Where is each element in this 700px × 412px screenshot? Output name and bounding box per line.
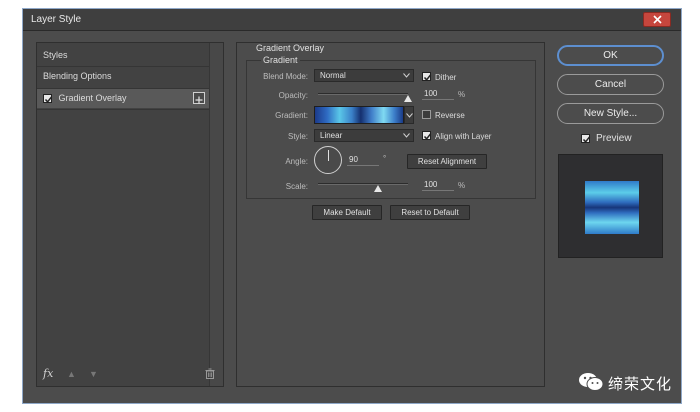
- trash-icon[interactable]: [205, 368, 215, 381]
- angle-label: Angle:: [285, 157, 308, 166]
- angle-dial-indicator: [328, 150, 329, 161]
- checkmark-icon: [582, 136, 591, 143]
- chevron-down-icon: [403, 73, 410, 78]
- gradient-overlay-checkbox[interactable]: [43, 94, 53, 104]
- preview-checkbox[interactable]: [581, 134, 591, 143]
- preview-swatch: [585, 181, 639, 234]
- blend-mode-select[interactable]: Normal: [314, 69, 414, 82]
- style-label: Style:: [287, 132, 308, 141]
- gradient-overlay-item[interactable]: Gradient Overlay: [37, 89, 209, 108]
- group-title: Gradient: [261, 55, 300, 65]
- title-bar[interactable]: Layer Style: [23, 9, 681, 31]
- gradient-style-value: Linear: [320, 131, 343, 140]
- divider: [37, 109, 209, 110]
- add-effect-button[interactable]: [193, 92, 205, 104]
- checkmark-icon: [423, 133, 432, 140]
- opacity-label: Opacity:: [278, 91, 308, 100]
- blend-mode-label: Blend Mode:: [263, 72, 308, 81]
- blend-mode-value: Normal: [320, 71, 346, 80]
- opacity-slider-thumb[interactable]: [404, 95, 412, 102]
- gradient-preview-swatch[interactable]: [314, 106, 404, 124]
- reverse-checkbox[interactable]: [422, 110, 431, 119]
- scale-slider-thumb[interactable]: [374, 185, 383, 192]
- styles-header-item[interactable]: Styles: [37, 46, 209, 65]
- reset-alignment-button[interactable]: Reset Alignment: [407, 154, 487, 169]
- screenshot-canvas: Layer Style Styles Blending Options Grad…: [0, 0, 700, 412]
- scale-input[interactable]: 100: [422, 180, 454, 191]
- scale-label: Scale:: [285, 182, 308, 191]
- checkmark-icon: [44, 96, 53, 104]
- opacity-input[interactable]: 100: [422, 89, 454, 100]
- chevron-down-icon: [403, 133, 410, 138]
- align-with-layer-label: Align with Layer: [435, 132, 492, 141]
- wechat-logo-icon: [579, 373, 604, 391]
- scale-slider-track[interactable]: [318, 183, 408, 185]
- gradient-overlay-label: Gradient Overlay: [58, 93, 127, 103]
- dialog-title: Layer Style: [31, 14, 82, 25]
- dither-checkbox[interactable]: [422, 72, 432, 81]
- blending-options-item[interactable]: Blending Options: [37, 67, 209, 86]
- new-style-button[interactable]: New Style...: [557, 103, 664, 124]
- close-button[interactable]: [643, 12, 671, 27]
- angle-input[interactable]: 90: [347, 155, 379, 166]
- gradient-label: Gradient:: [275, 111, 308, 120]
- opacity-unit: %: [458, 90, 466, 99]
- move-up-icon[interactable]: ▲: [67, 369, 76, 379]
- ok-button[interactable]: OK: [557, 45, 664, 66]
- styles-label: Styles: [43, 50, 68, 60]
- scale-unit: %: [458, 181, 466, 190]
- reset-to-default-button[interactable]: Reset to Default: [390, 205, 470, 220]
- move-down-icon[interactable]: ▼: [89, 369, 98, 379]
- align-with-layer-checkbox[interactable]: [422, 131, 432, 140]
- fx-button[interactable]: fx: [43, 367, 53, 380]
- preview-label: Preview: [596, 133, 632, 144]
- preview-thumbnail: [558, 154, 663, 258]
- styles-list-panel: Styles Blending Options Gradient Overlay…: [36, 42, 224, 387]
- styles-list-toolbar: fx ▲ ▼: [37, 364, 223, 386]
- make-default-button[interactable]: Make Default: [312, 205, 382, 220]
- section-title: Gradient Overlay: [256, 43, 325, 53]
- opacity-slider-track[interactable]: [318, 93, 408, 95]
- angle-unit: °: [383, 154, 387, 163]
- dither-label: Dither: [435, 73, 457, 82]
- blending-options-label: Blending Options: [43, 71, 112, 81]
- reverse-label: Reverse: [435, 111, 465, 120]
- watermark-text: 缔荣文化: [608, 375, 673, 393]
- checkmark-icon: [423, 74, 432, 81]
- gradient-style-select[interactable]: Linear: [314, 129, 414, 142]
- chevron-down-icon: [406, 113, 413, 118]
- plus-icon: [195, 96, 203, 104]
- close-icon: [653, 15, 662, 24]
- list-scrollbar[interactable]: [209, 43, 223, 386]
- angle-dial[interactable]: [314, 146, 342, 174]
- gradient-picker-dropdown[interactable]: [404, 106, 414, 124]
- watermark: 缔荣文化: [578, 368, 688, 396]
- cancel-button[interactable]: Cancel: [557, 74, 664, 95]
